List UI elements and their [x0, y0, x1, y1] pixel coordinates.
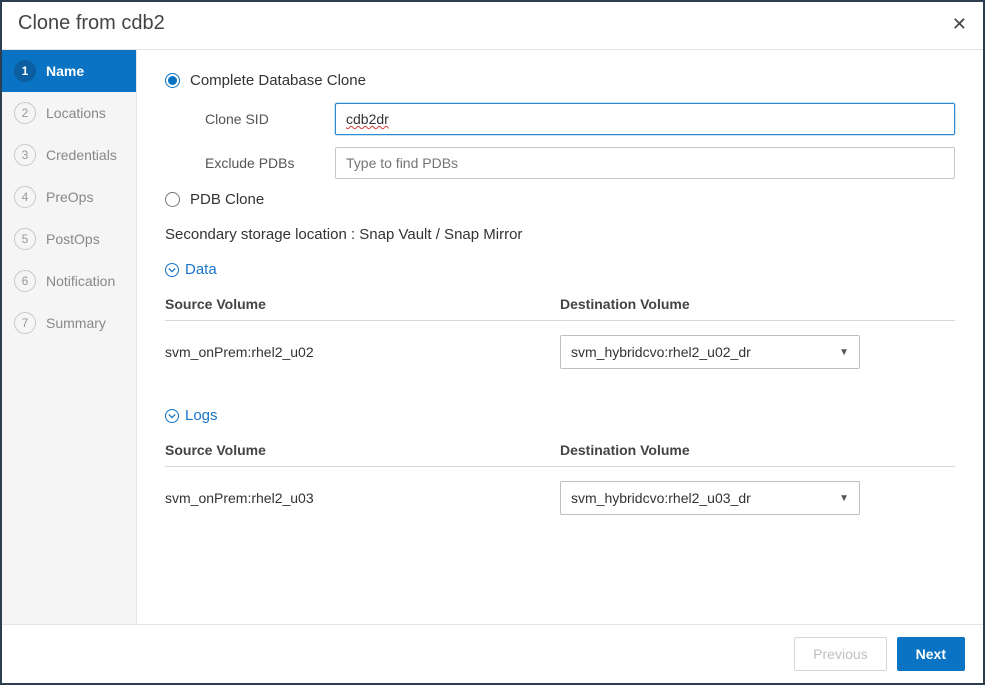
pdb-clone-label: PDB Clone — [190, 191, 264, 208]
step-number: 7 — [14, 312, 36, 334]
step-label: Name — [46, 63, 84, 79]
complete-clone-fields: Clone SID cdb2dr Exclude PDBs — [165, 103, 955, 179]
wizard-step-postops[interactable]: 5 PostOps — [2, 218, 136, 260]
data-volume-table: Source Volume Destination Volume svm_onP… — [165, 288, 955, 379]
wizard-step-credentials[interactable]: 3 Credentials — [2, 134, 136, 176]
clone-sid-value: cdb2dr — [346, 111, 389, 127]
clone-sid-row: Clone SID cdb2dr — [205, 103, 955, 135]
destination-volume-value: svm_hybridcvo:rhel2_u03_dr — [571, 490, 751, 506]
exclude-pdbs-input[interactable] — [335, 147, 955, 179]
modal-footer: Previous Next — [2, 624, 983, 683]
exclude-pdbs-label: Exclude PDBs — [205, 155, 335, 171]
wizard-step-locations[interactable]: 2 Locations — [2, 92, 136, 134]
wizard-content: Complete Database Clone Clone SID cdb2dr… — [137, 50, 983, 624]
col-source-volume: Source Volume — [165, 442, 560, 458]
destination-volume-select[interactable]: svm_hybridcvo:rhel2_u02_dr ▼ — [560, 335, 860, 369]
wizard-step-summary[interactable]: 7 Summary — [2, 302, 136, 344]
col-destination-volume: Destination Volume — [560, 442, 955, 458]
previous-button[interactable]: Previous — [794, 637, 886, 671]
complete-clone-radio[interactable] — [165, 73, 180, 88]
clone-sid-input[interactable]: cdb2dr — [335, 103, 955, 135]
table-row: svm_onPrem:rhel2_u02 svm_hybridcvo:rhel2… — [165, 321, 955, 379]
logs-section-title: Logs — [185, 407, 218, 424]
chevron-down-icon — [165, 409, 179, 423]
wizard-step-name[interactable]: 1 Name — [2, 50, 136, 92]
step-number: 4 — [14, 186, 36, 208]
caret-down-icon: ▼ — [839, 347, 849, 358]
step-label: PostOps — [46, 231, 100, 247]
caret-down-icon: ▼ — [839, 493, 849, 504]
col-destination-volume: Destination Volume — [560, 296, 955, 312]
step-number: 3 — [14, 144, 36, 166]
destination-volume-value: svm_hybridcvo:rhel2_u02_dr — [571, 344, 751, 360]
table-header-row: Source Volume Destination Volume — [165, 288, 955, 321]
secondary-storage-heading: Secondary storage location : Snap Vault … — [165, 226, 955, 243]
close-icon[interactable]: ✕ — [952, 15, 967, 33]
step-label: Credentials — [46, 147, 117, 163]
exclude-pdbs-row: Exclude PDBs — [205, 147, 955, 179]
complete-clone-label: Complete Database Clone — [190, 72, 366, 89]
clone-wizard-modal: Clone from cdb2 ✕ 1 Name 2 Locations 3 C… — [0, 0, 985, 685]
logs-volume-table: Source Volume Destination Volume svm_onP… — [165, 434, 955, 525]
step-number: 5 — [14, 228, 36, 250]
step-number: 2 — [14, 102, 36, 124]
wizard-sidebar: 1 Name 2 Locations 3 Credentials 4 PreOp… — [2, 50, 137, 624]
pdb-clone-radio-row: PDB Clone — [165, 191, 955, 208]
logs-section-toggle[interactable]: Logs — [165, 407, 955, 424]
table-row: svm_onPrem:rhel2_u03 svm_hybridcvo:rhel2… — [165, 467, 955, 525]
chevron-down-icon — [165, 263, 179, 277]
source-volume-value: svm_onPrem:rhel2_u02 — [165, 344, 560, 360]
col-source-volume: Source Volume — [165, 296, 560, 312]
modal-body: 1 Name 2 Locations 3 Credentials 4 PreOp… — [2, 50, 983, 624]
data-section-toggle[interactable]: Data — [165, 261, 955, 278]
source-volume-value: svm_onPrem:rhel2_u03 — [165, 490, 560, 506]
step-label: Notification — [46, 273, 115, 289]
step-label: Locations — [46, 105, 106, 121]
step-number: 1 — [14, 60, 36, 82]
table-header-row: Source Volume Destination Volume — [165, 434, 955, 467]
data-section-title: Data — [185, 261, 217, 278]
step-number: 6 — [14, 270, 36, 292]
wizard-step-notification[interactable]: 6 Notification — [2, 260, 136, 302]
modal-header: Clone from cdb2 ✕ — [2, 2, 983, 50]
wizard-step-preops[interactable]: 4 PreOps — [2, 176, 136, 218]
clone-sid-label: Clone SID — [205, 111, 335, 127]
destination-volume-select[interactable]: svm_hybridcvo:rhel2_u03_dr ▼ — [560, 481, 860, 515]
next-button[interactable]: Next — [897, 637, 965, 671]
pdb-clone-radio[interactable] — [165, 192, 180, 207]
step-label: Summary — [46, 315, 106, 331]
complete-clone-radio-row: Complete Database Clone — [165, 72, 955, 89]
modal-title: Clone from cdb2 — [18, 12, 165, 35]
step-label: PreOps — [46, 189, 93, 205]
